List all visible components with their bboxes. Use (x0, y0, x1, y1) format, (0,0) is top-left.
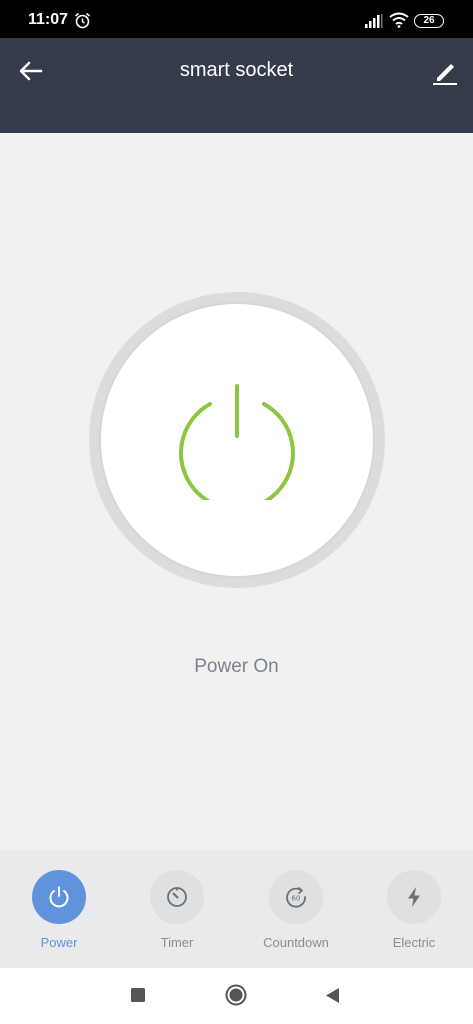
tab-electric[interactable]: Electric (364, 868, 464, 958)
power-toggle-button[interactable] (101, 304, 373, 576)
recents-square-icon[interactable] (130, 987, 146, 1003)
tab-label: Electric (392, 935, 436, 950)
bottom-tab-bar: Power Timer 60 Countdown Electric (0, 850, 473, 968)
app-header: smart socket (0, 38, 473, 133)
signal-icon (365, 14, 383, 28)
wifi-icon (389, 12, 409, 28)
power-icon (49, 886, 69, 908)
tab-power[interactable]: Power (9, 868, 109, 958)
alarm-clock-icon (74, 12, 91, 29)
timer-icon (167, 887, 187, 907)
power-icon (179, 384, 295, 500)
power-button-ring (89, 292, 385, 588)
lightning-icon (408, 887, 420, 907)
home-circle-icon[interactable] (225, 984, 247, 1006)
back-triangle-icon[interactable] (324, 987, 340, 1004)
page-title: smart socket (179, 59, 294, 81)
tab-label: Countdown (263, 935, 329, 950)
status-bar: 11:07 26 (0, 0, 473, 38)
tab-countdown[interactable]: 60 Countdown (246, 868, 346, 958)
tab-label: Power (40, 935, 78, 950)
system-navigation-bar (0, 968, 473, 1024)
main-area: Power On (0, 133, 473, 850)
tab-timer[interactable]: Timer (127, 868, 227, 958)
svg-text:60: 60 (292, 895, 301, 903)
power-status-label: Power On (194, 656, 279, 677)
edit-pencil-icon[interactable] (428, 54, 462, 88)
status-time: 11:07 (28, 11, 69, 28)
tab-label: Timer (160, 935, 194, 950)
countdown-icon: 60 (286, 886, 306, 908)
battery-indicator: 26 (414, 14, 444, 28)
